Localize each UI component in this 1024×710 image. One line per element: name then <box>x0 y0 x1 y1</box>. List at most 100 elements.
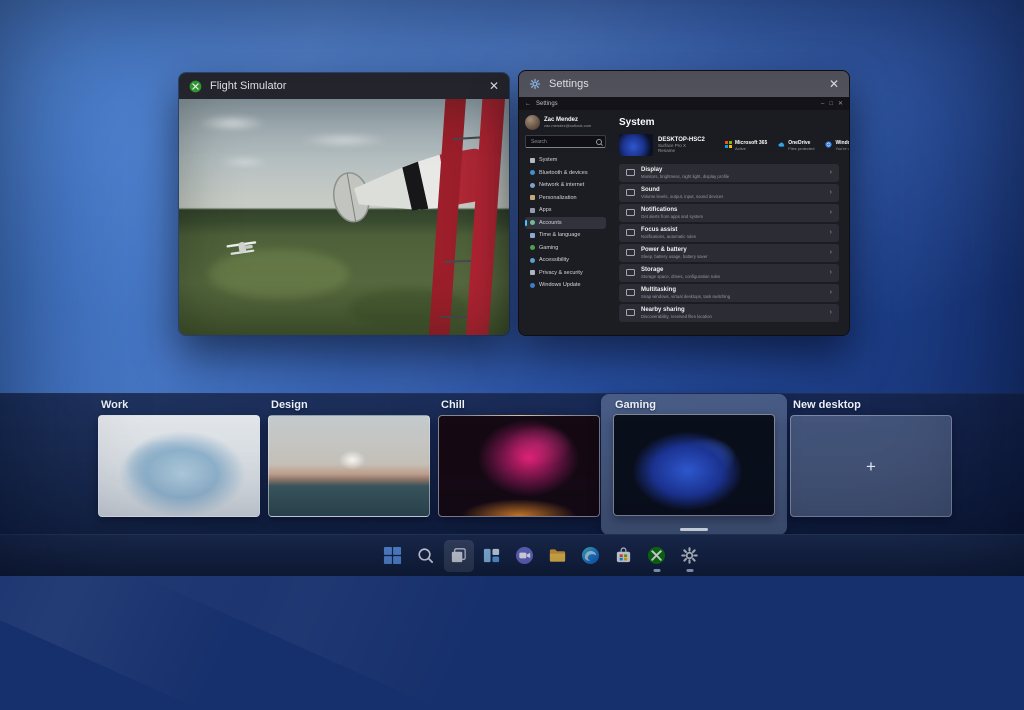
taskbar-task-view-button[interactable] <box>447 542 471 570</box>
row-focus-assist[interactable]: Focus assist Notifications, automatic ru… <box>619 224 839 242</box>
row-nearby-sharing[interactable]: Nearby sharing Discoverability, received… <box>619 304 839 322</box>
running-app-indicator <box>686 569 693 572</box>
new-desktop-button[interactable]: New desktop + <box>790 399 952 517</box>
nav-item-accounts[interactable]: Accounts <box>525 217 606 230</box>
taskbar <box>0 534 1024 576</box>
windows-start-icon <box>383 546 402 565</box>
notifications-icon <box>626 209 635 216</box>
desktop-label[interactable]: Design <box>271 399 430 411</box>
device-wallpaper-thumbnail <box>619 134 653 156</box>
folder-icon <box>548 546 567 565</box>
desktop-label[interactable]: Work <box>101 399 260 411</box>
user-email: zac.mendez@outlook.com <box>544 123 591 128</box>
task-view-icon <box>449 546 468 565</box>
xbox-icon <box>530 245 535 250</box>
maximize-icon[interactable]: □ <box>829 101 833 107</box>
settings-search[interactable] <box>525 135 606 148</box>
brush-icon <box>530 195 535 200</box>
taskbar-store-button[interactable] <box>612 542 636 570</box>
row-power-battery[interactable]: Power & battery Sleep, battery usage, ba… <box>619 244 839 262</box>
search-icon <box>416 546 435 565</box>
desktop-label: New desktop <box>793 399 952 411</box>
microsoft-365-tile[interactable]: Microsoft 365 Active <box>725 140 767 151</box>
back-icon[interactable]: ← <box>525 101 531 107</box>
display-icon <box>626 169 635 176</box>
chevron-right-icon: › <box>830 249 832 256</box>
desktop-work[interactable]: Work <box>98 399 260 517</box>
multitasking-icon <box>626 289 635 296</box>
chevron-right-icon: › <box>830 309 832 316</box>
row-sound[interactable]: Sound Volume levels, output, input, soun… <box>619 184 839 202</box>
settings-list: Display Monitors, brightness, night ligh… <box>619 164 839 322</box>
nav-item-system[interactable]: System <box>525 154 606 167</box>
desktop-gaming-highlighted[interactable]: Gaming <box>601 394 787 535</box>
flight-simulator-titlebar[interactable]: Flight Simulator ✕ <box>179 73 509 99</box>
rename-link[interactable]: Rename <box>658 148 714 153</box>
search-input[interactable] <box>529 138 596 146</box>
close-icon[interactable]: ✕ <box>838 100 843 107</box>
taskbar-file-explorer-button[interactable] <box>546 542 570 570</box>
small-biplane <box>223 237 263 261</box>
nav-item-personalization[interactable]: Personalization <box>525 192 606 205</box>
nearby-sharing-icon <box>626 309 635 316</box>
taskbar-xbox-button[interactable] <box>645 542 669 570</box>
nav-item-windows-update[interactable]: Windows Update <box>525 279 606 292</box>
desktop-label[interactable]: Gaming <box>615 399 787 411</box>
desktop-design[interactable]: Design <box>268 399 430 517</box>
chevron-right-icon: › <box>830 209 832 216</box>
desktop-label[interactable]: Chill <box>441 399 600 411</box>
account-summary[interactable]: Zac Mendez zac.mendez@outlook.com <box>525 115 606 130</box>
minimize-icon[interactable]: – <box>821 101 824 107</box>
nav-item-network-internet[interactable]: Network & internet <box>525 179 606 192</box>
close-icon[interactable]: ✕ <box>829 78 839 90</box>
nav-item-time-language[interactable]: Time & language <box>525 229 606 242</box>
bluetooth-icon <box>530 170 535 175</box>
nav-item-apps[interactable]: Apps <box>525 204 606 217</box>
windows-update-tile[interactable]: Windows Update You're up to date <box>825 140 850 151</box>
storage-icon <box>626 269 635 276</box>
focus-assist-icon <box>626 229 635 236</box>
close-icon[interactable]: ✕ <box>489 80 499 92</box>
desktop-thumbnail-design[interactable] <box>268 415 430 517</box>
desktop-thumbnail-gaming[interactable] <box>613 414 775 516</box>
desktop-thumbnail-chill[interactable] <box>438 415 600 517</box>
settings-app-icon <box>529 78 541 90</box>
taskbar-widgets-button[interactable] <box>480 542 504 570</box>
shield-icon <box>530 270 535 275</box>
taskbar-start-button[interactable] <box>381 542 405 570</box>
taskbar-edge-button[interactable] <box>579 542 603 570</box>
taskbar-search-button[interactable] <box>414 542 438 570</box>
row-display[interactable]: Display Monitors, brightness, night ligh… <box>619 164 839 182</box>
field-patch <box>349 289 469 329</box>
clock-icon <box>530 233 535 238</box>
nav-item-gaming[interactable]: Gaming <box>525 242 606 255</box>
widgets-icon <box>482 546 501 565</box>
settings-titlebar[interactable]: Settings ✕ <box>519 71 849 97</box>
cloud <box>299 133 389 147</box>
onedrive-tile[interactable]: OneDrive Files protected <box>778 140 814 151</box>
flight-simulator-window[interactable]: Flight Simulator ✕ <box>178 72 510 336</box>
taskbar-chat-button[interactable] <box>513 542 537 570</box>
settings-inner-titlebar: ← Settings – □ ✕ <box>519 97 849 110</box>
desktop-thumbnail-work[interactable] <box>98 415 260 517</box>
nav-item-privacy-security[interactable]: Privacy & security <box>525 267 606 280</box>
running-app-indicator <box>653 569 660 572</box>
nav-item-bluetooth-devices[interactable]: Bluetooth & devices <box>525 167 606 180</box>
row-storage[interactable]: Storage Storage space, drives, configura… <box>619 264 839 282</box>
person-icon <box>530 220 535 225</box>
row-notifications[interactable]: Notifications Get alerts from apps and s… <box>619 204 839 222</box>
new-desktop-tile[interactable]: + <box>790 415 952 517</box>
desktop-chill[interactable]: Chill <box>438 399 600 517</box>
inner-title: Settings <box>536 101 558 107</box>
chevron-right-icon: › <box>830 169 832 176</box>
active-desktop-indicator <box>680 528 708 532</box>
row-multitasking[interactable]: Multitasking Snap windows, virtual deskt… <box>619 284 839 302</box>
window-title: Settings <box>549 78 589 90</box>
avatar <box>525 115 540 130</box>
nav-item-accessibility[interactable]: Accessibility <box>525 254 606 267</box>
taskbar-settings-button[interactable] <box>678 542 702 570</box>
xbox-app-icon <box>189 80 202 93</box>
device-card: DESKTOP-HSC2 Surface Pro X Rename Micros… <box>619 134 839 156</box>
settings-window[interactable]: Settings ✕ ← Settings – □ ✕ Zac Mendez z… <box>518 70 850 336</box>
update-icon <box>530 283 535 288</box>
